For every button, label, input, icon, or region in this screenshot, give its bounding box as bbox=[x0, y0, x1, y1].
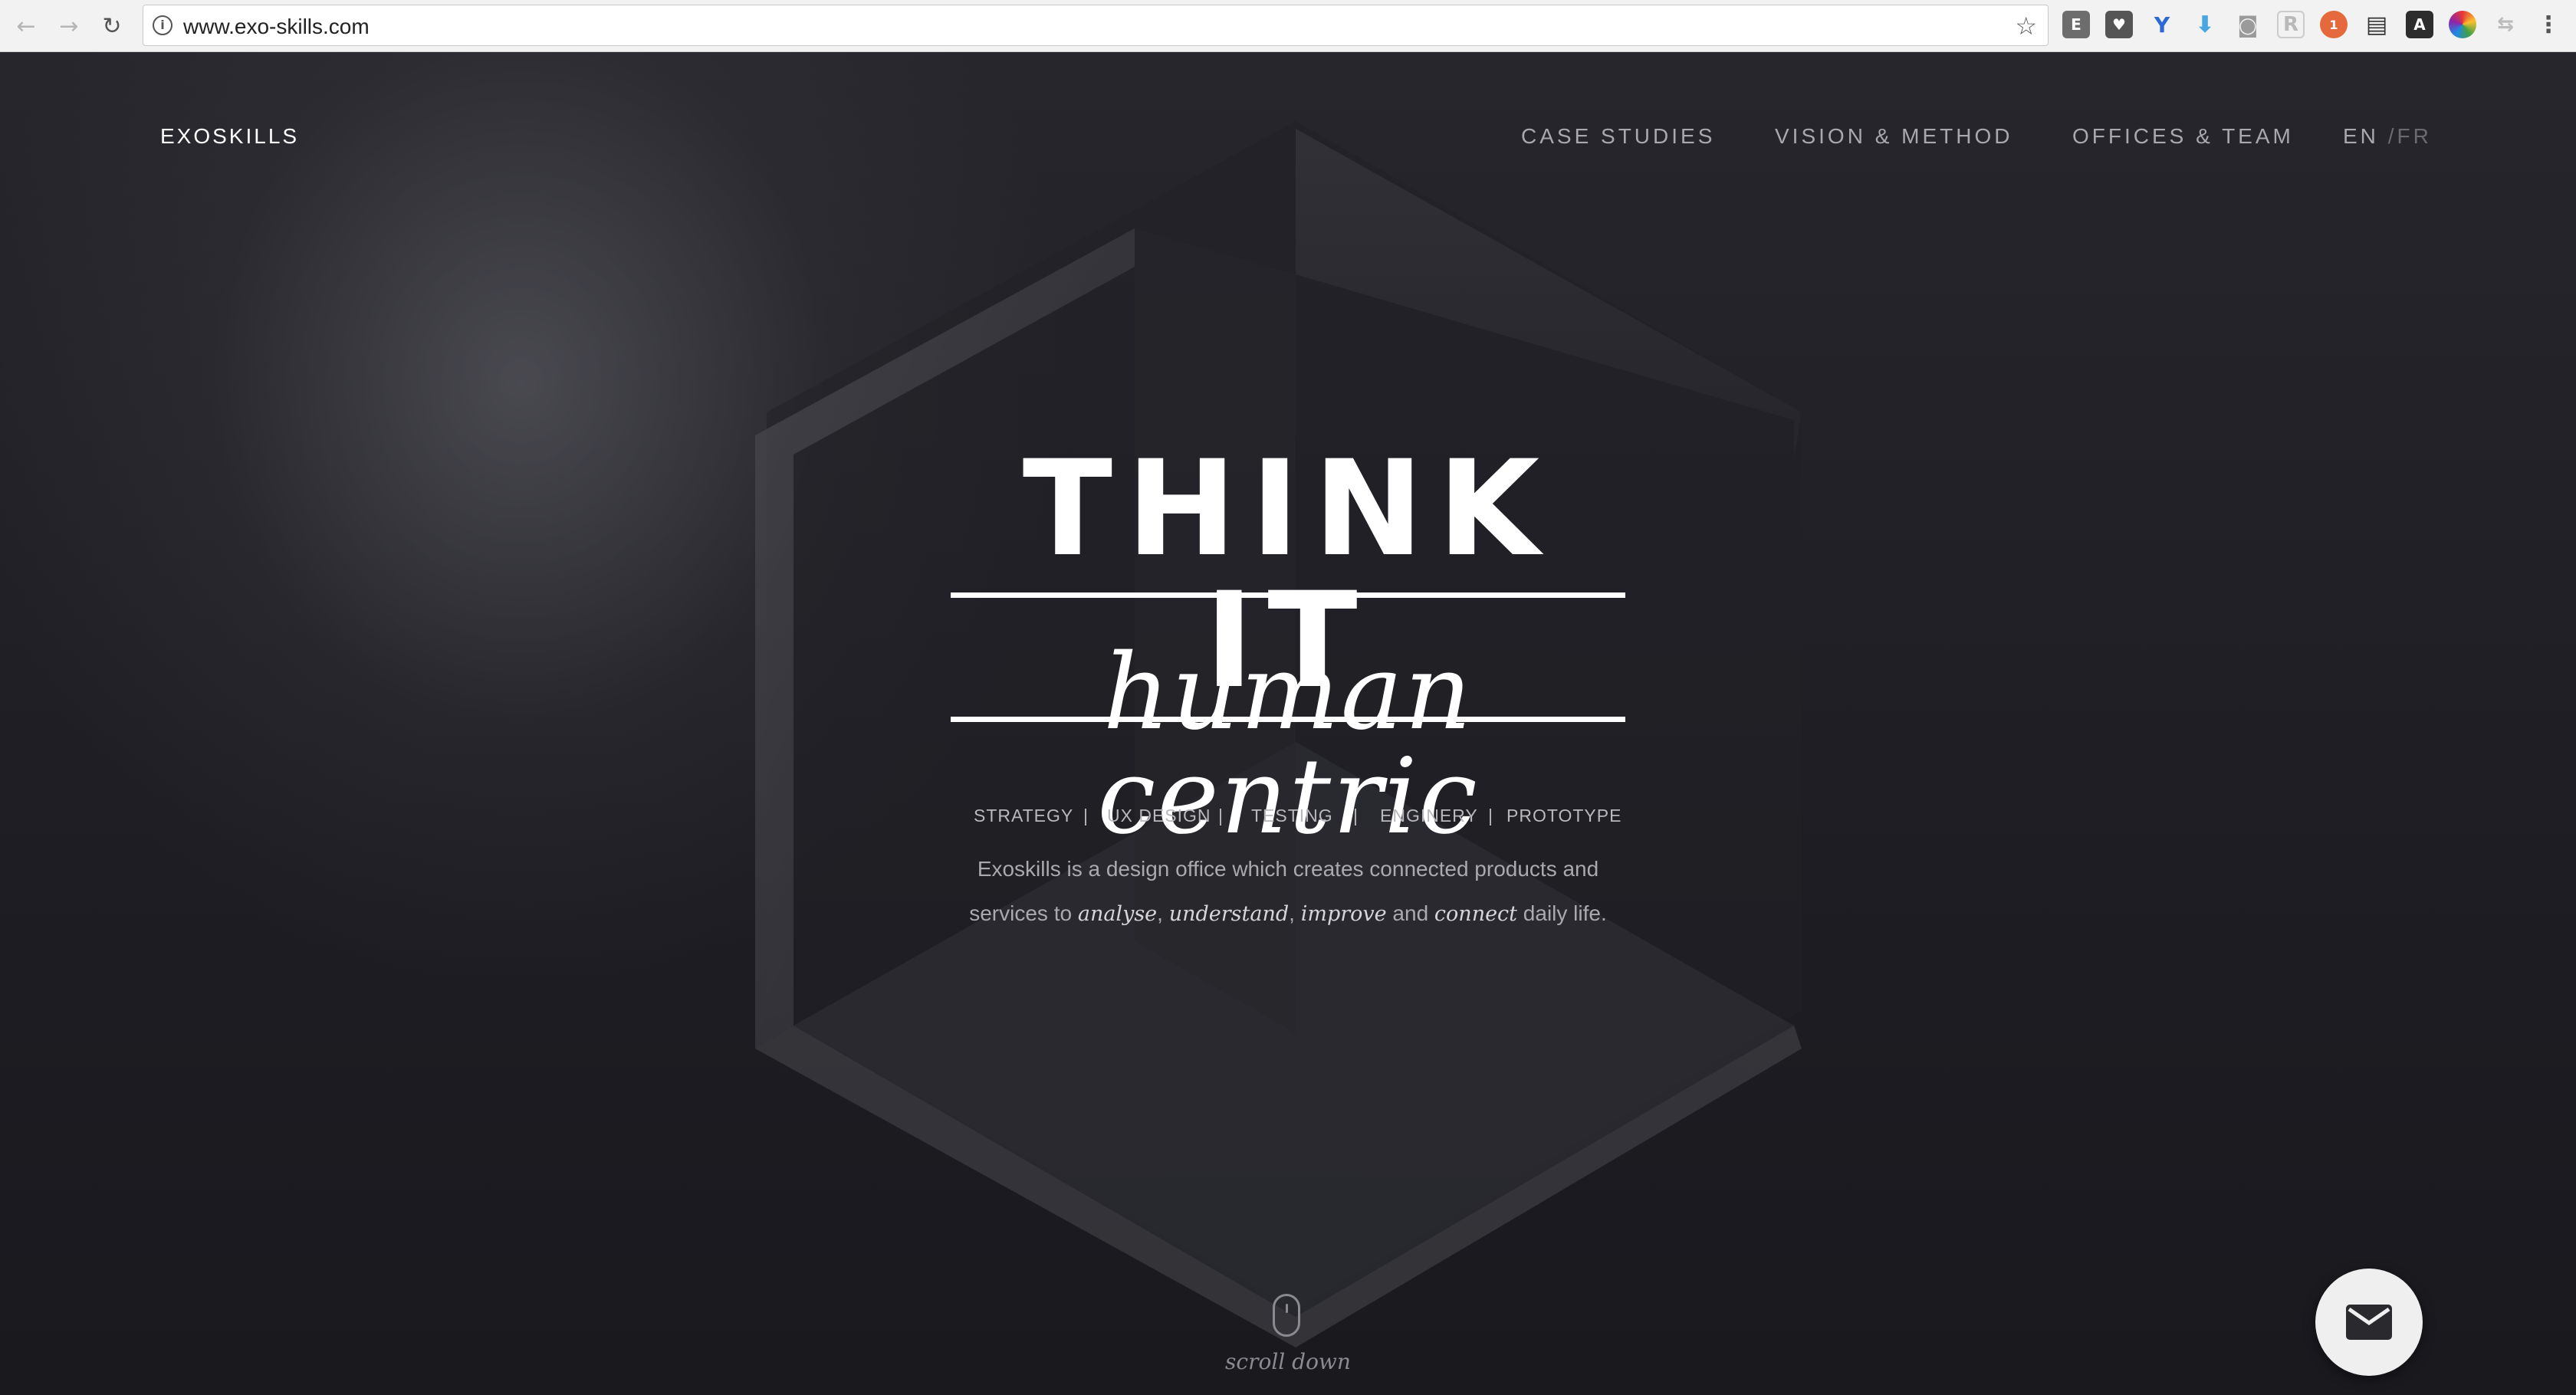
description-text: , bbox=[1157, 901, 1169, 925]
sync-extension-icon[interactable]: ⇆ bbox=[2492, 11, 2519, 38]
url-text[interactable]: www.exo-skills.com bbox=[183, 15, 370, 39]
download-extension-icon[interactable]: ⬇ bbox=[2191, 11, 2219, 38]
description-text: and bbox=[1386, 901, 1434, 925]
back-button[interactable]: ← bbox=[8, 8, 44, 44]
notification-extension-icon[interactable]: 1 bbox=[2320, 11, 2348, 38]
nav-vision-method[interactable]: VISION & METHOD bbox=[1775, 124, 2013, 149]
description-line-2: services to analyse, understand, improve… bbox=[889, 901, 1687, 926]
contact-mail-button[interactable] bbox=[2315, 1269, 2423, 1376]
service-separator: | bbox=[1353, 806, 1358, 826]
description-text: , bbox=[1289, 901, 1301, 925]
extension-badge: 1 bbox=[2329, 17, 2338, 32]
browser-toolbar: ← → ↻ i www.exo-skills.com ☆ E ♥ Y ⬇ ◙ R… bbox=[0, 0, 2576, 52]
arrow-left-icon: ← bbox=[16, 12, 36, 40]
hero-section: EXOSKILLS CASE STUDIES VISION & METHOD O… bbox=[0, 52, 2576, 1395]
camera-extension-icon[interactable]: ◙ bbox=[2234, 11, 2262, 38]
keyword-analyse: analyse bbox=[1077, 902, 1158, 926]
service-ux-design: UX DESIGN bbox=[1107, 806, 1211, 826]
evernote-extension-icon[interactable]: E bbox=[2062, 11, 2090, 38]
mail-icon bbox=[2346, 1305, 2392, 1340]
description-line-1: Exoskills is a design office which creat… bbox=[977, 857, 1599, 881]
forward-button[interactable]: → bbox=[51, 8, 87, 44]
chrome-menu-icon[interactable]: ⋮ bbox=[2535, 11, 2562, 38]
translate-extension-icon[interactable]: A bbox=[2406, 11, 2433, 38]
nav-offices-team[interactable]: OFFICES & TEAM bbox=[2072, 124, 2294, 149]
keyword-understand: understand bbox=[1168, 902, 1290, 926]
mouse-scroll-icon[interactable] bbox=[1273, 1294, 1300, 1337]
service-prototype: PROTOTYPE bbox=[1506, 806, 1622, 826]
service-separator: | bbox=[1488, 806, 1493, 826]
reload-icon: ↻ bbox=[102, 12, 122, 40]
service-enginery: ENGINERY bbox=[1380, 806, 1478, 826]
keyword-connect: connect bbox=[1434, 902, 1518, 926]
description-text: services to bbox=[969, 901, 1078, 925]
nav-case-studies[interactable]: CASE STUDIES bbox=[1521, 124, 1715, 149]
title-divider-bottom bbox=[951, 717, 1625, 722]
color-picker-extension-icon[interactable] bbox=[2449, 11, 2476, 38]
bookmark-star-icon[interactable]: ☆ bbox=[2015, 11, 2037, 41]
archive-extension-icon[interactable]: ▤ bbox=[2363, 11, 2390, 38]
service-testing: TESTING bbox=[1251, 806, 1333, 826]
pocket-extension-icon[interactable]: ♥ bbox=[2105, 11, 2133, 38]
reader-extension-icon[interactable]: R bbox=[2277, 11, 2305, 38]
address-bar[interactable]: i www.exo-skills.com ☆ bbox=[143, 5, 2049, 46]
service-separator: | bbox=[1083, 806, 1088, 826]
lang-fr-link[interactable]: /FR bbox=[2388, 124, 2432, 148]
description-text: daily life. bbox=[1517, 901, 1607, 925]
service-strategy: STRATEGY bbox=[974, 806, 1074, 826]
info-icon[interactable]: i bbox=[153, 15, 172, 35]
y-extension-icon[interactable]: Y bbox=[2148, 11, 2176, 38]
arrow-right-icon: → bbox=[59, 12, 79, 40]
keyword-improve: improve bbox=[1300, 902, 1387, 926]
lang-en-link[interactable]: EN bbox=[2343, 124, 2379, 148]
brand-logo[interactable]: EXOSKILLS bbox=[160, 124, 299, 149]
service-separator: | bbox=[1218, 806, 1223, 826]
scroll-down-label[interactable]: scroll down bbox=[1211, 1349, 1365, 1374]
reload-button[interactable]: ↻ bbox=[94, 8, 130, 44]
language-switcher: EN /FR bbox=[2343, 124, 2432, 149]
title-divider-top bbox=[951, 592, 1625, 598]
